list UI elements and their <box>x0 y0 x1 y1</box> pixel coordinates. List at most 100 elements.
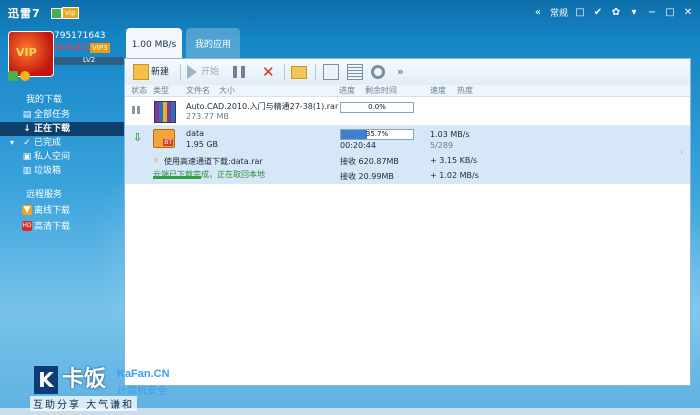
column-header-remaining[interactable]: 剩余时间 <box>365 85 397 96</box>
sidebar-item-all-tasks[interactable]: ▤ 全部任务 <box>0 108 124 122</box>
download-speed: 1.03 MB/s <box>430 130 470 139</box>
kafan-slogan: 互助分享 大气谦和 <box>30 396 138 411</box>
list-view-icon <box>347 64 363 80</box>
vip-level-badge[interactable]: VIP3 <box>90 43 110 53</box>
task-filename: data <box>186 129 205 138</box>
paused-icon <box>132 106 140 114</box>
kafan-site: KaFan.CN <box>117 368 170 380</box>
app-title: 迅雷7 <box>8 7 41 20</box>
column-header-speed[interactable]: 速度 <box>430 85 446 96</box>
open-folder-button[interactable] <box>291 64 309 80</box>
kafan-logo: K 卡饭 <box>34 366 126 394</box>
sidebar-item-label: 私人空间 <box>34 152 71 162</box>
sidebar-item-label: 离线下载 <box>34 206 71 216</box>
more-button[interactable]: » <box>397 64 404 80</box>
sidebar-item-downloading[interactable]: ↓ 正在下载 <box>0 122 124 136</box>
details-button[interactable] <box>323 64 341 80</box>
lock-icon: ▣ <box>22 152 32 162</box>
start-button[interactable]: 开始 <box>187 64 219 80</box>
tab-speed[interactable]: 1.00 MB/s <box>126 28 182 58</box>
download-arrow-icon: ⇩ <box>133 131 143 144</box>
progress-label: 35.7% <box>365 130 389 138</box>
kafan-brand: 卡饭 <box>62 367 107 392</box>
user-id: 795171643 <box>54 31 106 41</box>
level-bar: LV2 <box>54 56 124 65</box>
maximize-icon[interactable]: □ <box>664 6 676 18</box>
sidebar-item-label: 已完成 <box>34 138 62 148</box>
download-arrow-icon: ↓ <box>23 124 31 134</box>
sidebar-item-hd-download[interactable]: HD 高清下载 <box>0 219 124 235</box>
app-window: 迅雷7 vip « 常规 □ ✔ ✿ ▾ − □ ✕ VIP 795171643… <box>0 0 700 415</box>
details-icon <box>323 64 339 80</box>
sidebar-item-label: 垃圾箱 <box>34 166 62 176</box>
close-icon[interactable]: ✕ <box>682 6 694 18</box>
delete-icon: ✕ <box>262 63 275 81</box>
settings-button[interactable] <box>371 64 387 80</box>
sidebar-item-offline-download[interactable]: ▼ 离线下载 <box>0 203 124 219</box>
offline-download-icon: ▼ <box>22 205 32 215</box>
skin-icon[interactable]: ✿ <box>610 6 622 18</box>
vip-badge[interactable]: vip <box>62 7 79 19</box>
sidebar-nav: 我的下载 ▤ 全部任务 ↓ 正在下载 ▾ ✓ 已完成 ▣ 私人空间 ▥ 垃圾箱 … <box>0 93 124 235</box>
bt-folder-icon: BT <box>153 129 175 148</box>
column-header-progress[interactable]: 进度 <box>339 85 355 96</box>
smile-icon[interactable] <box>20 71 30 81</box>
menu-icon[interactable]: ▾ <box>628 6 640 18</box>
column-header-size[interactable]: 大小 <box>219 85 235 96</box>
square-icon[interactable]: □ <box>574 6 586 18</box>
bt-label: BT <box>163 139 173 146</box>
gear-icon <box>371 64 385 79</box>
nav-section-remote[interactable]: 远程服务 <box>0 188 124 203</box>
received-amount: 接收 620.87MB <box>340 157 399 166</box>
toolbar-divider <box>180 64 181 80</box>
toolbar-divider <box>315 64 316 80</box>
lightning-icon: ⚡ <box>153 156 159 165</box>
list-view-button[interactable] <box>347 64 365 80</box>
tab-my-apps[interactable]: 我的应用 <box>186 28 240 58</box>
new-button-label: 新建 <box>151 67 170 78</box>
column-header-status[interactable]: 状态 <box>131 85 147 96</box>
received-amount: 接收 20.99MB <box>340 172 394 181</box>
level-label: LV2 <box>82 56 96 64</box>
pause-icon <box>233 65 245 78</box>
sidebar-item-private-space[interactable]: ▣ 私人空间 <box>0 150 124 164</box>
minimize-icon[interactable]: − <box>646 6 658 18</box>
window-controls: « 常规 □ ✔ ✿ ▾ − □ ✕ <box>532 4 694 20</box>
table-row[interactable]: ⇩ BT data 1.95 GB 35.7% 00:20:44 1.03 MB… <box>125 126 690 184</box>
green-square-icon <box>51 8 62 19</box>
sidebar-item-completed[interactable]: ▾ ✓ 已完成 <box>0 136 124 150</box>
toolbar-divider <box>284 64 285 80</box>
check-icon[interactable]: ✔ <box>592 6 604 18</box>
folder-icon <box>291 66 307 79</box>
toolbar: 新建 开始 ✕ » <box>125 59 690 86</box>
sidebar-item-trash[interactable]: ▥ 垃圾箱 <box>0 164 124 178</box>
new-button[interactable]: 新建 <box>133 64 169 80</box>
nav-section-my-downloads[interactable]: 我的下载 <box>0 93 124 108</box>
pause-button[interactable] <box>233 64 247 80</box>
task-filename: Auto.CAD.2010.入门与精通27-38(1).rar <box>186 102 339 111</box>
sidebar-item-label: 正在下载 <box>34 124 71 134</box>
delete-button[interactable]: ✕ <box>262 64 275 80</box>
task-size: 1.95 GB <box>186 140 219 149</box>
table-header: 状态 类型 文件名 大小 进度 剩余时间 速度 热度 <box>125 85 690 97</box>
mode-label[interactable]: 常规 <box>550 6 568 19</box>
rar-archive-icon <box>154 101 176 123</box>
hd-icon: HD <box>22 221 32 231</box>
row-expand-icon[interactable]: › <box>680 148 683 157</box>
kafan-k-mark: K <box>34 366 58 394</box>
cloud-progress-bar <box>153 176 201 179</box>
user-small-icons <box>8 71 30 81</box>
chevron-down-icon[interactable]: ▾ <box>10 136 14 150</box>
column-header-filename[interactable]: 文件名 <box>186 85 210 96</box>
progress-bar: 35.7% <box>340 129 414 140</box>
green-icon[interactable] <box>8 71 18 81</box>
table-row[interactable]: Auto.CAD.2010.入门与精通27-38(1).rar 273.77 M… <box>125 97 690 126</box>
progress-bar: 0.0% <box>340 102 414 113</box>
start-button-label: 开始 <box>201 67 220 77</box>
play-icon <box>187 64 197 79</box>
column-header-type[interactable]: 类型 <box>153 85 169 96</box>
double-chevron-left-icon[interactable]: « <box>532 6 544 18</box>
kafan-security: 计算机安全 <box>117 386 167 397</box>
sidebar-item-label: 高清下载 <box>34 222 71 232</box>
column-header-heat[interactable]: 热度 <box>457 85 473 96</box>
